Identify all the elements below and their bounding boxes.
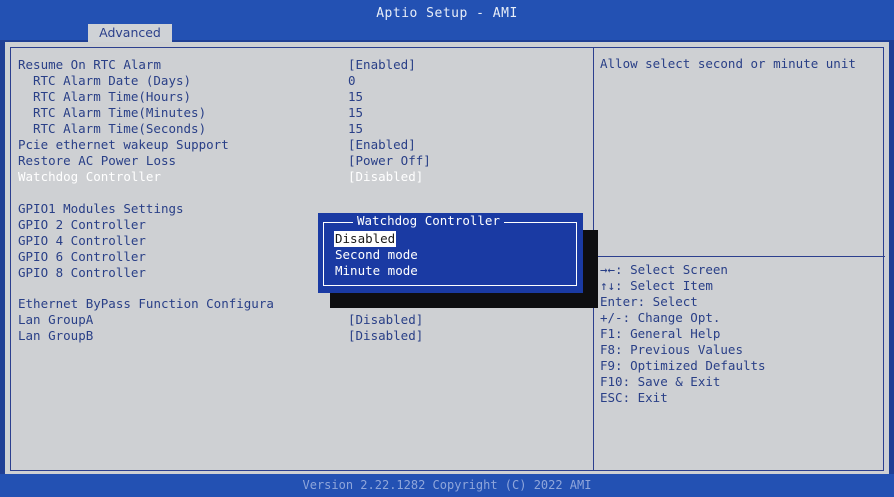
setting-value[interactable]: 15 (348, 121, 363, 137)
setting-row-rtc-alarm-hours[interactable]: RTC Alarm Time(Hours) 15 (33, 89, 578, 105)
setting-label: Lan GroupB (18, 328, 94, 343)
tab-advanced[interactable]: Advanced (88, 24, 172, 42)
key-legend: →←: Select Screen ↑↓: Select Item Enter:… (600, 262, 880, 406)
setting-label: GPIO 8 Controller (18, 265, 146, 280)
setting-row-rtc-alarm-date[interactable]: RTC Alarm Date (Days) 0 (33, 73, 578, 89)
key-hint: ↑↓: Select Item (600, 278, 713, 293)
setting-row-gpio6[interactable]: GPIO 6 Controller (18, 249, 318, 265)
help-divider (595, 256, 885, 257)
setting-label: Resume On RTC Alarm (18, 57, 161, 72)
setting-row-lan-groupb[interactable]: Lan GroupB [Disabled] (18, 328, 578, 344)
section-label: Ethernet ByPass Function Configura (18, 296, 274, 311)
key-hint: Enter: Select (600, 294, 698, 309)
setting-label: GPIO 2 Controller (18, 217, 146, 232)
setting-row-restore-ac-power-loss[interactable]: Restore AC Power Loss [Power Off] (18, 153, 578, 169)
setting-value[interactable]: [Enabled] (348, 137, 416, 153)
setting-row-resume-rtc-alarm[interactable]: Resume On RTC Alarm [Enabled] (18, 57, 578, 73)
setting-label: RTC Alarm Date (Days) (33, 73, 192, 88)
key-hint: ESC: Exit (600, 390, 668, 405)
setting-label: Pcie ethernet wakeup Support (18, 137, 229, 152)
setting-label: GPIO 4 Controller (18, 233, 146, 248)
setting-label: Watchdog Controller (18, 169, 161, 184)
setting-row-gpio8[interactable]: GPIO 8 Controller (18, 265, 318, 281)
setting-value[interactable]: [Power Off] (348, 153, 431, 169)
key-hint: F1: General Help (600, 326, 721, 341)
key-hint: →←: Select Screen (600, 262, 728, 277)
popup-title: Watchdog Controller (353, 213, 504, 229)
setting-row-lan-groupa[interactable]: Lan GroupA [Disabled] (18, 312, 578, 328)
setting-row-pcie-ethernet-wakeup[interactable]: Pcie ethernet wakeup Support [Enabled] (18, 137, 578, 153)
setting-label: RTC Alarm Time(Minutes) (33, 105, 207, 120)
setting-value[interactable]: 15 (348, 89, 363, 105)
setting-row-watchdog-controller[interactable]: Watchdog Controller [Disabled] (18, 169, 578, 185)
section-label: GPIO1 Modules Settings (18, 201, 184, 216)
popup-option-second-mode[interactable]: Second mode (334, 247, 419, 263)
setting-value[interactable]: 0 (348, 73, 356, 89)
setting-value[interactable]: [Disabled] (348, 312, 423, 328)
setting-value[interactable]: [Enabled] (348, 57, 416, 73)
setting-row-gpio4[interactable]: GPIO 4 Controller (18, 233, 318, 249)
app-title: Aptio Setup - AMI (376, 6, 518, 21)
key-hint: F8: Previous Values (600, 342, 743, 357)
setting-value[interactable]: 15 (348, 105, 363, 121)
setting-row-rtc-alarm-minutes[interactable]: RTC Alarm Time(Minutes) 15 (33, 105, 578, 121)
watchdog-popup: Watchdog Controller Disabled Second mode… (318, 213, 583, 293)
setting-label: Lan GroupA (18, 312, 94, 327)
popup-option-disabled[interactable]: Disabled (334, 231, 397, 247)
key-hint: F9: Optimized Defaults (600, 358, 766, 373)
key-hint: F10: Save & Exit (600, 374, 721, 389)
setting-label: RTC Alarm Time(Seconds) (33, 121, 207, 136)
setting-row-rtc-alarm-seconds[interactable]: RTC Alarm Time(Seconds) 15 (33, 121, 578, 137)
help-text: Allow select second or minute unit (600, 56, 856, 71)
section-ethernet-bypass[interactable]: Ethernet ByPass Function Configura (18, 296, 338, 312)
footer-version: Version 2.22.1282 Copyright (C) 2022 AMI (0, 474, 894, 497)
setting-row-gpio2[interactable]: GPIO 2 Controller (18, 217, 318, 233)
popup-option-minute-mode[interactable]: Minute mode (334, 263, 419, 279)
setting-label: GPIO 6 Controller (18, 249, 146, 264)
setting-label: Restore AC Power Loss (18, 153, 177, 168)
setting-value[interactable]: [Disabled] (348, 169, 423, 185)
setting-value[interactable]: [Disabled] (348, 328, 423, 344)
setting-label: RTC Alarm Time(Hours) (33, 89, 192, 104)
title-bar: Aptio Setup - AMI Advanced (0, 0, 894, 42)
key-hint: +/-: Change Opt. (600, 310, 721, 325)
